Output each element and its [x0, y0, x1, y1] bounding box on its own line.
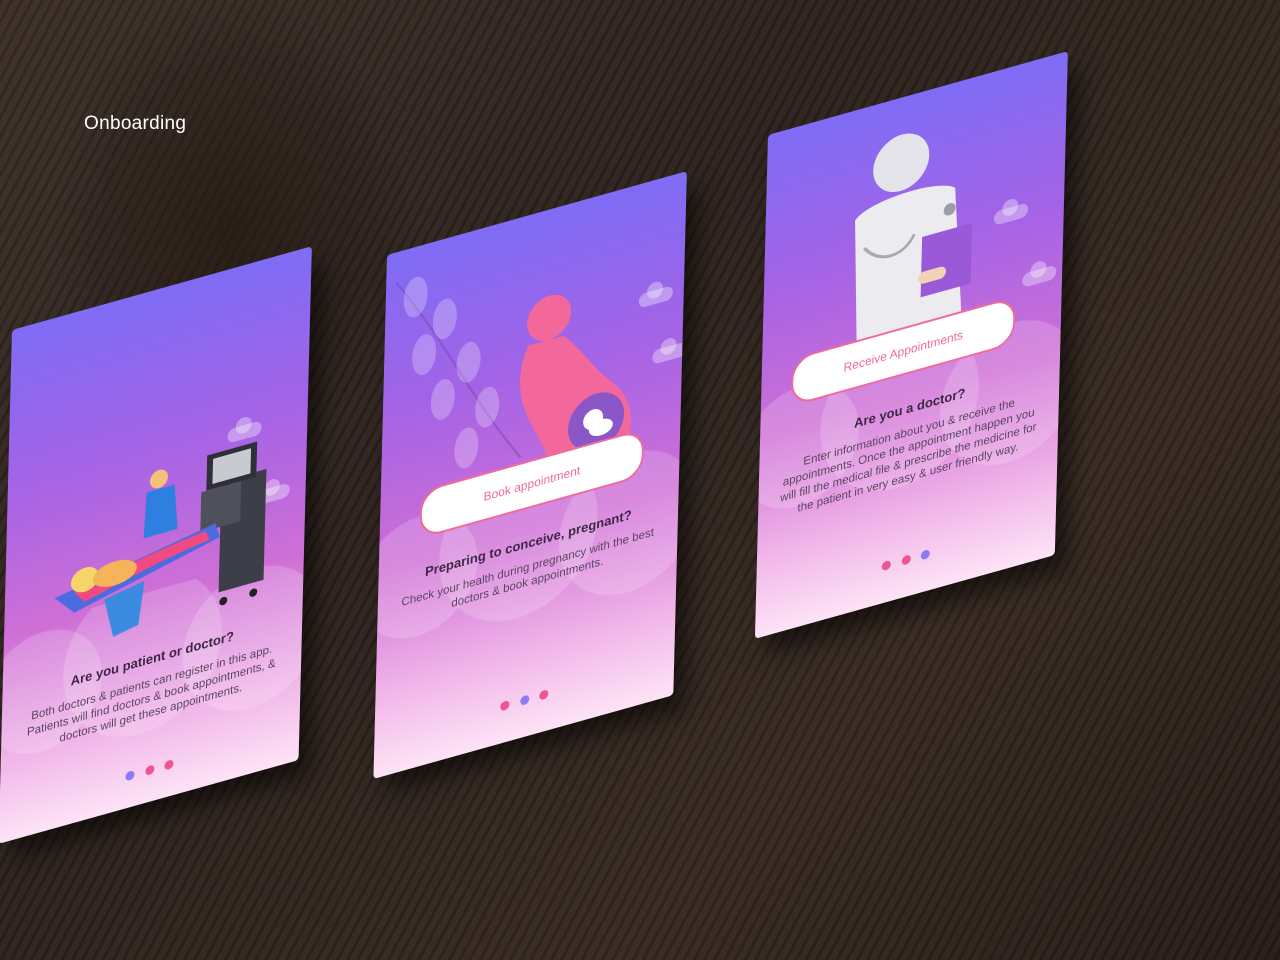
- page-dot-3[interactable]: [920, 548, 930, 561]
- page-dot-3[interactable]: [164, 759, 174, 771]
- cloud-icon: [1022, 264, 1057, 289]
- page-dot-2[interactable]: [519, 694, 529, 707]
- onboarding-screen-1: Are you patient or doctor? Both doctors …: [0, 246, 312, 844]
- page-title: Onboarding: [84, 113, 187, 134]
- page-indicator[interactable]: [374, 650, 674, 752]
- page-dot-3[interactable]: [539, 689, 549, 701]
- cloud-icon: [652, 341, 687, 365]
- onboarding-screen-2: Book appointment Preparing to conceive, …: [373, 171, 687, 779]
- page-dot-1[interactable]: [125, 769, 135, 782]
- onboarding-screen-3: Receive Appointments Are you a doctor? E…: [754, 51, 1068, 639]
- page-dot-1[interactable]: [500, 699, 510, 712]
- page-dot-2[interactable]: [901, 554, 911, 566]
- page-dot-2[interactable]: [144, 764, 155, 777]
- page-dot-1[interactable]: [881, 559, 891, 572]
